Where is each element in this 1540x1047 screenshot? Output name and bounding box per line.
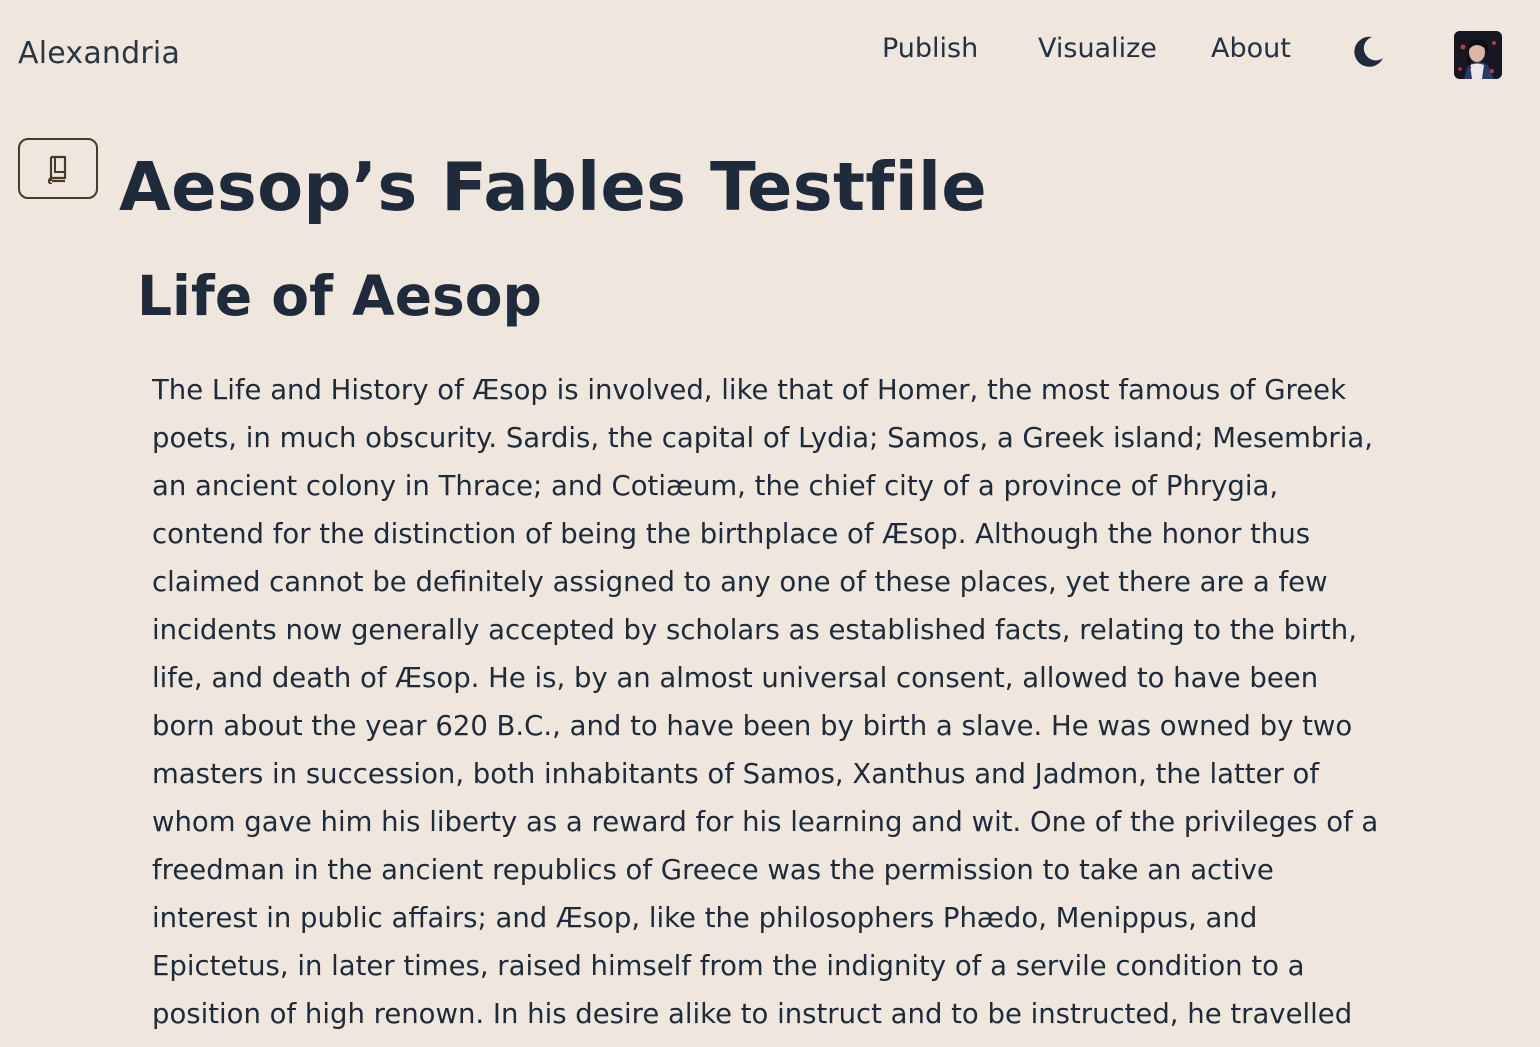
paragraph-line: incidents now generally accepted by scho… [152,614,1357,646]
table-of-contents-button[interactable] [18,138,98,199]
paragraph-line: contend for the distinction of being the… [152,518,1311,550]
theme-toggle-button[interactable] [1350,34,1386,70]
book-icon [47,155,67,184]
paragraph-line: whom gave him his liberty as a reward fo… [152,806,1379,838]
paragraph-line: Epictetus, in later times, raised himsel… [152,950,1305,982]
nav-visualize-link[interactable]: Visualize [1038,33,1157,64]
nav-publish-link[interactable]: Publish [882,33,978,64]
top-navigation-bar: Alexandria Publish Visualize About [0,0,1540,100]
paragraph-line: interest in public affairs; and Æsop, li… [152,902,1258,934]
user-avatar-button[interactable] [1454,31,1502,79]
paragraph-line: an ancient colony in Thrace; and Cotiæum… [152,470,1279,502]
paragraph-line: freedman in the ancient republics of Gre… [152,854,1274,886]
paragraph-line: The Life and History of Æsop is involved… [152,374,1347,406]
moon-icon [1354,36,1383,67]
body-paragraph: The Life and History of Æsop is involved… [152,366,1378,1038]
paragraph-line: claimed cannot be definitely assigned to… [152,566,1328,598]
nav-about-link[interactable]: About [1211,33,1291,64]
page-title: Aesop’s Fables Testfile [119,148,988,226]
paragraph-line: life, and death of Æsop. He is, by an al… [152,662,1319,694]
paragraph-line: masters in succession, both inhabitants … [152,758,1320,790]
avatar [1454,31,1502,79]
paragraph-line: born about the year 620 B.C., and to hav… [152,710,1353,742]
brand-logo-text[interactable]: Alexandria [18,36,180,71]
paragraph-line: position of high renown. In his desire a… [152,998,1353,1030]
section-heading: Life of Aesop [137,264,542,328]
paragraph-line: poets, in much obscurity. Sardis, the ca… [152,422,1373,454]
